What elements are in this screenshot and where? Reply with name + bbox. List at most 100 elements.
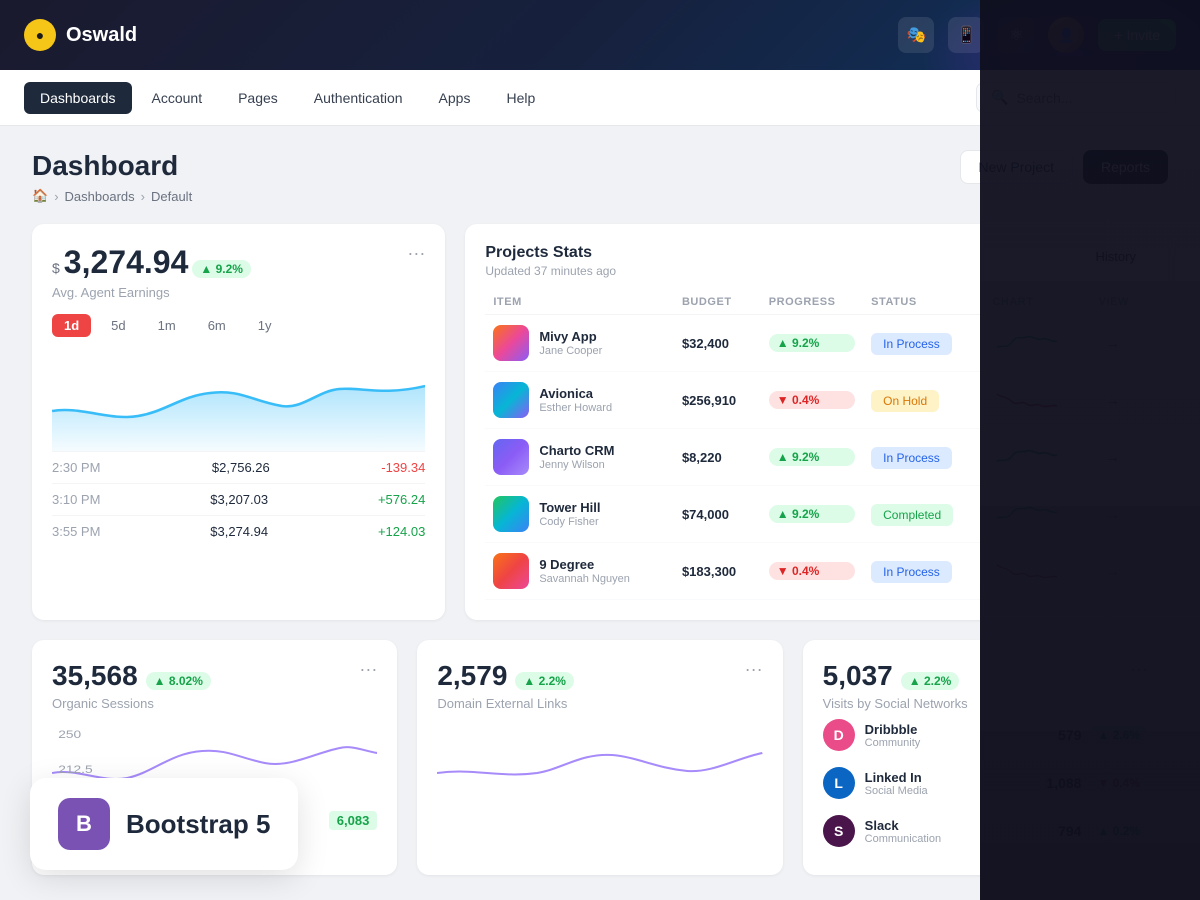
col-progress: PROGRESS <box>761 290 863 315</box>
project-sparkline <box>992 555 1062 585</box>
view-button[interactable]: → <box>1099 443 1127 471</box>
project-progress: ▲ 9.2% <box>769 505 855 523</box>
project-budget: $8,220 <box>682 450 722 465</box>
breadcrumb-dashboards[interactable]: Dashboards <box>65 189 135 204</box>
mask-icon[interactable]: 🎭 <box>898 17 934 53</box>
time-tab-5d[interactable]: 5d <box>99 314 137 337</box>
project-sparkline <box>992 441 1062 471</box>
project-thumb <box>493 496 529 532</box>
device-icon[interactable]: 📱 <box>948 17 984 53</box>
earnings-amount: 3,274.94 <box>64 244 189 281</box>
organic-label: Organic Sessions <box>52 696 377 711</box>
social-more-button[interactable]: ··· <box>1130 660 1148 678</box>
stat-time-3: 3:55 PM <box>52 524 100 539</box>
tab-authentication[interactable]: Authentication <box>298 82 419 114</box>
stat-amount-1: $2,756.26 <box>212 460 270 475</box>
search-input[interactable] <box>1016 90 1161 106</box>
social-networks-card: 5,037 ▲ 2.2% ··· Visits by Social Networ… <box>803 640 1168 875</box>
domain-badge: ▲ 2.2% <box>515 672 574 690</box>
share-icon[interactable]: ⚛ <box>998 17 1034 53</box>
earnings-more-button[interactable]: ··· <box>407 244 425 262</box>
table-row: Tower Hill Cody Fisher $74,000 ▲ 9.2% Co… <box>485 486 1148 543</box>
projects-title: Projects Stats <box>485 244 616 262</box>
social-icon: D <box>823 719 855 751</box>
domain-chart <box>437 723 762 803</box>
social-row: L Linked In Social Media 1,088 ▼ 0.4% <box>823 759 1148 807</box>
earnings-label: Avg. Agent Earnings <box>52 285 251 300</box>
time-tab-1m[interactable]: 1m <box>146 314 188 337</box>
tab-account[interactable]: Account <box>136 82 219 114</box>
brand-logo: ● <box>24 19 56 51</box>
project-sparkline <box>992 327 1062 357</box>
breadcrumb-default: Default <box>151 189 192 204</box>
secondary-nav: Dashboards Account Pages Authentication … <box>0 70 1200 126</box>
project-budget: $32,400 <box>682 336 729 351</box>
breadcrumb-home-icon: 🏠 <box>32 188 48 204</box>
project-budget: $74,000 <box>682 507 729 522</box>
tab-help[interactable]: Help <box>490 82 551 114</box>
bootstrap-logo: B <box>58 798 110 850</box>
social-name: Linked In <box>865 770 928 785</box>
view-button[interactable]: → <box>1099 329 1127 357</box>
new-project-button[interactable]: New Project <box>960 150 1073 184</box>
organic-more-button[interactable]: ··· <box>359 660 377 678</box>
col-item: ITEM <box>485 290 674 315</box>
project-sparkline <box>992 498 1062 528</box>
project-name: Mivy App <box>539 329 602 344</box>
project-name: Tower Hill <box>539 500 600 515</box>
social-row: D Dribbble Community 579 ▲ 2.6% <box>823 711 1148 759</box>
social-type: Community <box>865 737 921 749</box>
time-tabs: 1d 5d 1m 6m 1y <box>52 314 425 337</box>
col-chart: CHART <box>984 290 1090 315</box>
tab-apps[interactable]: Apps <box>423 82 487 114</box>
view-button[interactable]: → <box>1099 500 1127 528</box>
domain-more-button[interactable]: ··· <box>745 660 763 678</box>
brand: ● Oswald <box>24 19 137 51</box>
reports-button[interactable]: Reports <box>1083 150 1168 184</box>
project-budget: $256,910 <box>682 393 736 408</box>
stat-change-3: +124.03 <box>378 524 425 539</box>
social-name: Dribbble <box>865 722 921 737</box>
country-canada-count: 6,083 <box>329 811 378 830</box>
bootstrap-label: Bootstrap 5 <box>126 809 270 840</box>
time-tab-1d[interactable]: 1d <box>52 314 91 337</box>
project-person: Savannah Nguyen <box>539 573 630 585</box>
organic-badge: ▲ 8.02% <box>146 672 211 690</box>
domain-value: 2,579 <box>437 660 507 692</box>
earnings-chart <box>52 351 425 451</box>
currency-sign: $ <box>52 260 60 276</box>
project-name: 9 Degree <box>539 557 630 572</box>
project-budget: $183,300 <box>682 564 736 579</box>
social-change: ▼ 0.4% <box>1089 774 1148 792</box>
tab-pages[interactable]: Pages <box>222 82 294 114</box>
social-type: Social Media <box>865 785 928 797</box>
search-box[interactable]: 🔍 <box>976 82 1176 113</box>
social-type: Communication <box>865 833 941 845</box>
tab-dashboards[interactable]: Dashboards <box>24 82 132 114</box>
social-count: 1,088 <box>1046 775 1081 791</box>
page-title: Dashboard <box>32 150 192 182</box>
time-tab-1y[interactable]: 1y <box>246 314 284 337</box>
view-button[interactable]: → <box>1099 386 1127 414</box>
invite-button[interactable]: + Invite <box>1098 19 1176 51</box>
stat-change-2: +576.24 <box>378 492 425 507</box>
brand-name: Oswald <box>66 24 137 47</box>
history-button[interactable]: History <box>1084 244 1148 269</box>
table-row: 9 Degree Savannah Nguyen $183,300 ▼ 0.4%… <box>485 543 1148 600</box>
time-tab-6m[interactable]: 6m <box>196 314 238 337</box>
earnings-badge: ▲ 9.2% <box>192 260 251 278</box>
table-row: Charto CRM Jenny Wilson $8,220 ▲ 9.2% In… <box>485 429 1148 486</box>
avatar[interactable]: 👤 <box>1048 17 1084 53</box>
search-icon: 🔍 <box>991 89 1008 106</box>
status-badge: In Process <box>871 447 952 469</box>
breadcrumb: 🏠 › Dashboards › Default <box>32 188 192 204</box>
view-button[interactable]: → <box>1099 557 1127 585</box>
social-name: Slack <box>865 818 941 833</box>
status-badge: In Process <box>871 333 952 355</box>
svg-text:212.5: 212.5 <box>58 763 92 775</box>
col-view: VIEW <box>1091 290 1148 315</box>
social-count: 794 <box>1058 823 1081 839</box>
projects-table: ITEM BUDGET PROGRESS STATUS CHART VIEW M… <box>485 290 1148 600</box>
project-progress: ▲ 9.2% <box>769 448 855 466</box>
stat-amount-2: $3,207.03 <box>210 492 268 507</box>
